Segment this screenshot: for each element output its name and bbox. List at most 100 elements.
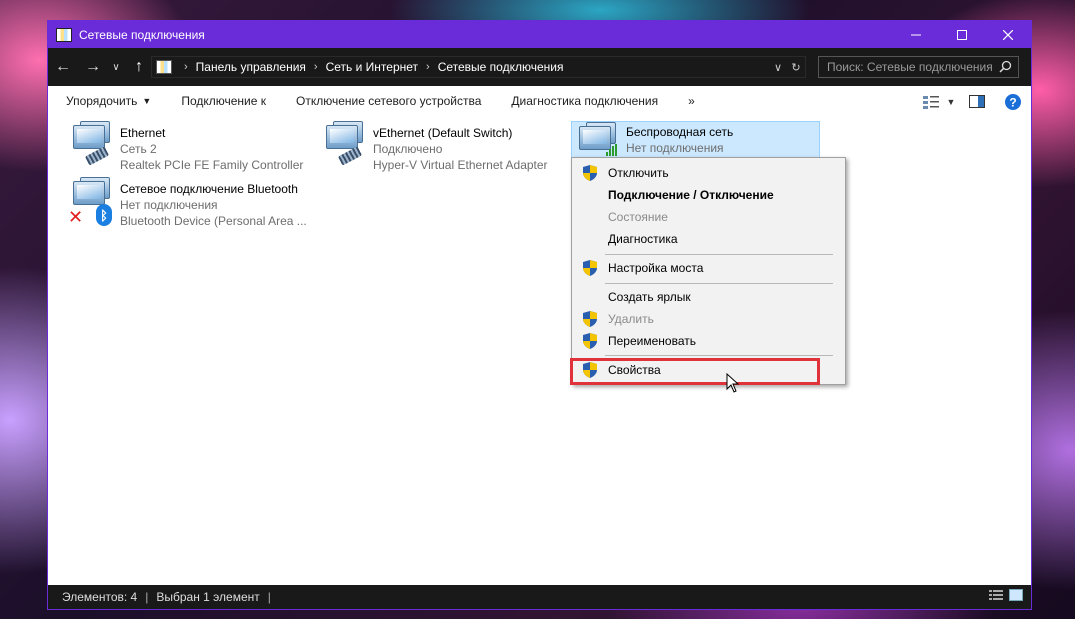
connections-view: Ethernet Сеть 2 Realtek PCIe FE Family C… [48,117,1031,585]
maximize-button[interactable] [939,21,985,48]
menu-item-label: Отключить [608,166,669,180]
arrow-right-icon: → [85,58,101,75]
search-icon[interactable] [999,60,1012,76]
status-divider: | [145,590,149,604]
search-placeholder: Поиск: Сетевые подключения [827,60,993,74]
properties-highlight-box [570,358,820,385]
connection-vethernet[interactable]: vEthernet (Default Switch) Подключено Hy… [319,121,564,172]
close-button[interactable] [985,21,1031,48]
menu-item-connect-disconnect[interactable]: Подключение / Отключение [572,184,845,206]
connection-wireless[interactable]: Беспроводная сеть Нет подключения [571,121,820,159]
maximize-icon [957,29,967,40]
menu-item-diagnose[interactable]: Диагностика [572,228,845,250]
bluetooth-adapter-icon: ✕ ᛒ [66,177,116,227]
up-button[interactable]: ↑ [124,48,154,86]
menu-item-bridge[interactable]: Настройка моста [572,257,845,279]
menu-separator [605,355,833,356]
organize-button[interactable]: Упорядочить ▼ [48,86,166,117]
chevron-down-icon: ∨ [112,61,120,73]
minimize-button[interactable] [893,21,939,48]
menu-separator [605,283,833,284]
more-commands-button[interactable]: » [673,86,710,117]
menu-item-status[interactable]: Состояние [572,206,845,228]
disconnected-icon: ✕ [68,207,84,227]
control-panel-icon [156,60,172,74]
explorer-window: Сетевые подключения ← → ∨ ↑ › Панель упр… [47,20,1032,610]
connection-name: Сетевое подключение Bluetooth [120,182,298,196]
ethernet-adapter-icon [66,121,116,171]
uac-shield-icon [583,311,597,327]
dropdown-arrow-icon: ▼ [142,96,152,106]
connection-device: Realtek PCIe FE Family Controller [120,158,304,172]
title-bar[interactable]: Сетевые подключения [48,21,1031,48]
tiles-view-toggle[interactable] [1009,589,1023,604]
connect-to-button[interactable]: Подключение к [166,86,281,117]
connection-name: vEthernet (Default Switch) [373,126,513,140]
close-icon [1003,29,1013,40]
connection-device: Hyper-V Virtual Ethernet Adapter [373,158,548,172]
menu-item-create-shortcut[interactable]: Создать ярлык [572,286,845,308]
connection-status: Нет подключения [120,198,218,212]
forward-button[interactable]: → [78,48,108,86]
menu-separator [605,254,833,255]
menu-item-disable[interactable]: Отключить [572,162,845,184]
chevron-right-icon: › [426,61,430,73]
organize-label: Упорядочить [66,94,138,108]
menu-item-label: Состояние [608,210,668,224]
menu-item-label: Настройка моста [608,261,704,275]
selection-count: Выбран 1 элемент [156,590,260,604]
menu-item-label: Создать ярлык [608,290,691,304]
view-dropdown-button[interactable]: ▼ [943,86,959,117]
connection-name: Ethernet [120,126,166,140]
ethernet-adapter-icon [319,121,369,171]
chevron-right-icon: › [313,61,318,73]
uac-shield-icon [583,333,597,349]
help-icon: ? [1005,93,1021,110]
status-divider: | [267,590,271,604]
item-count: Элементов: 4 [62,590,138,604]
breadcrumb-control-panel[interactable]: Панель управления [196,60,306,74]
minimize-icon [911,34,921,35]
network-folder-icon [56,27,72,42]
preview-pane-icon [969,95,985,108]
connection-status: Подключено [373,142,443,156]
search-input[interactable]: Поиск: Сетевые подключения [818,56,1019,78]
details-view-toggle[interactable] [989,589,1003,604]
breadcrumb-network-connections[interactable]: Сетевые подключения [438,60,564,74]
connection-name: Беспроводная сеть [626,125,734,139]
address-bar: ← → ∨ ↑ › Панель управления › Сеть и Инт… [48,48,1031,86]
connection-status: Сеть 2 [120,142,157,156]
connection-status: Нет подключения [626,141,724,155]
back-button[interactable]: ← [48,48,78,86]
connection-bluetooth[interactable]: ✕ ᛒ Сетевое подключение Bluetooth Нет по… [66,177,326,228]
refresh-icon[interactable]: ↻ [787,61,805,74]
preview-pane-button[interactable] [959,86,995,117]
command-bar: Упорядочить ▼ Подключение к Отключение с… [48,86,1031,117]
view-options-button[interactable] [919,86,943,117]
context-menu: Отключить Подключение / Отключение Состо… [571,157,846,385]
connection-device: Bluetooth Device (Personal Area ... [120,214,307,228]
menu-item-label: Переименовать [608,334,696,348]
uac-shield-icon [583,165,597,181]
connection-ethernet[interactable]: Ethernet Сеть 2 Realtek PCIe FE Family C… [66,121,306,172]
menu-item-rename[interactable]: Переименовать [572,330,845,352]
window-title: Сетевые подключения [79,27,205,42]
help-button[interactable]: ? [995,86,1031,117]
wireless-adapter-icon [572,122,622,158]
menu-item-delete[interactable]: Удалить [572,308,845,330]
menu-item-label: Диагностика [608,232,678,246]
uac-shield-icon [583,260,597,276]
diagnose-button[interactable]: Диагностика подключения [496,86,673,117]
address-dropdown-button[interactable]: ∨ [769,61,787,74]
mouse-cursor-icon [726,373,740,393]
recent-locations-button[interactable]: ∨ [108,48,124,86]
disable-device-button[interactable]: Отключение сетевого устройства [281,86,496,117]
breadcrumb-network-internet[interactable]: Сеть и Интернет [326,60,418,74]
chevron-right-icon: › [184,61,188,73]
arrow-up-icon: ↑ [135,58,143,75]
status-bar: Элементов: 4 | Выбран 1 элемент | [48,585,1031,609]
arrow-left-icon: ← [55,58,71,75]
menu-item-label: Подключение / Отключение [608,188,774,202]
address-input[interactable]: › Панель управления › Сеть и Интернет › … [151,56,806,78]
bluetooth-icon: ᛒ [96,204,112,226]
